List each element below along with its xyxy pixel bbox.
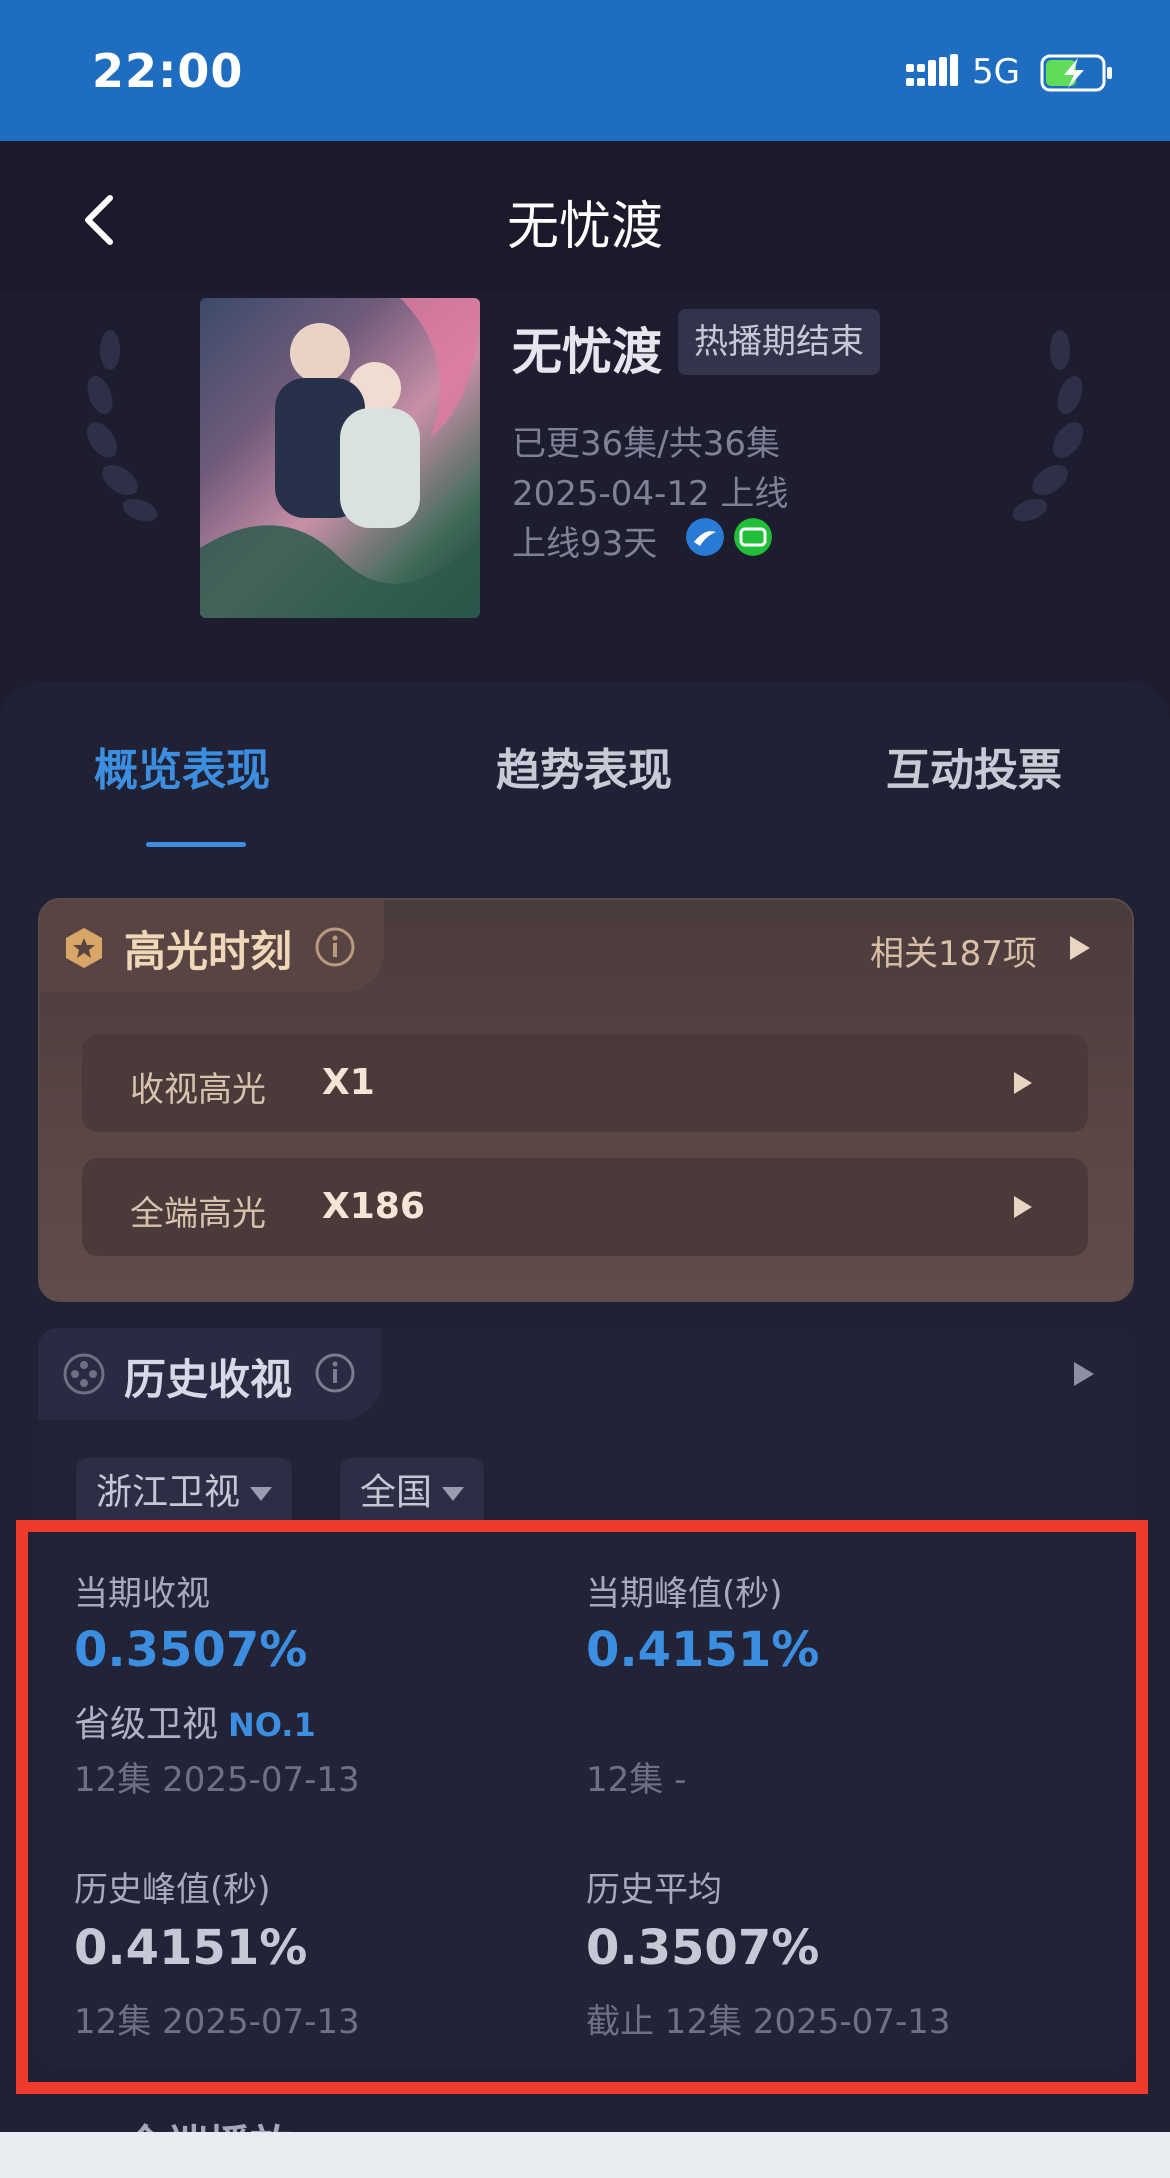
iqiyi-icon[interactable]: [734, 518, 772, 556]
status-badge: 热播期结束: [678, 309, 880, 375]
highlight-title: 高光时刻: [124, 927, 293, 976]
status-time: 22:00: [92, 44, 244, 98]
rank-badge: NO.1: [228, 1706, 316, 1744]
tab-indicator: [146, 842, 246, 847]
show-poster-image[interactable]: [200, 298, 480, 618]
play-arrow-icon[interactable]: [1010, 1192, 1036, 1222]
info-icon[interactable]: [314, 1352, 356, 1394]
tab-trend[interactable]: 趋势表现: [496, 734, 672, 798]
region-filter-label: 全国: [360, 1472, 433, 1513]
history-average-episode: 截止 12集 2025-07-13: [586, 2002, 951, 2042]
caret-down-icon: [250, 1487, 273, 1501]
show-name: 无忧渡: [512, 323, 662, 381]
film-reel-icon: [63, 1353, 105, 1395]
current-rating-label: 当期收视: [74, 1574, 210, 1614]
current-peak-value: 0.4151%: [586, 1622, 820, 1678]
release-date: 2025-04-12 上线: [512, 474, 789, 514]
highlight-row-label: 收视高光: [130, 1070, 266, 1110]
caret-down-icon: [442, 1487, 465, 1501]
page-title: 无忧渡: [506, 197, 663, 257]
play-arrow-icon[interactable]: [1070, 1358, 1098, 1390]
laurel-right-icon: [1012, 330, 1084, 522]
channel-filter-dropdown[interactable]: 浙江卫视: [76, 1458, 293, 1528]
history-peak-episode: 12集 2025-07-13: [74, 2002, 360, 2042]
highlight-count[interactable]: 相关187项: [870, 926, 1037, 975]
current-rating-episode: 12集 2025-07-13: [74, 1760, 360, 1800]
zhejiang-tv-icon[interactable]: [686, 518, 724, 556]
days-online: 上线93天: [512, 524, 658, 564]
history-peak-value: 0.4151%: [74, 1920, 308, 1976]
history-average-label: 历史平均: [586, 1870, 722, 1910]
battery-charging-icon: [1040, 54, 1112, 92]
network-type: 5G: [972, 52, 1020, 92]
current-peak-label: 当期峰值(秒): [586, 1574, 783, 1614]
play-arrow-icon[interactable]: [1066, 932, 1094, 964]
current-peak-episode: 12集 -: [586, 1760, 687, 1800]
play-arrow-icon[interactable]: [1010, 1068, 1036, 1098]
laurel-left-icon: [86, 330, 158, 522]
status-bar: 22:00 5G: [0, 0, 1170, 141]
bottom-bar: [0, 2132, 1170, 2178]
highlight-row-value: X186: [322, 1186, 425, 1227]
highlight-row-value: X1: [322, 1062, 375, 1103]
tab-vote[interactable]: 互动投票: [886, 734, 1062, 798]
highlight-row-label: 全端高光: [130, 1194, 266, 1234]
history-peak-label: 历史峰值(秒): [74, 1870, 271, 1910]
rank-label: 省级卫视: [74, 1704, 219, 1745]
signal-icon: [906, 54, 958, 86]
tab-overview[interactable]: 概览表现: [94, 734, 270, 798]
channel-filter-label: 浙江卫视: [96, 1472, 241, 1513]
hexagon-star-icon: [66, 928, 102, 968]
episode-count: 已更36集/共36集: [512, 424, 780, 464]
history-title: 历史收视: [124, 1355, 293, 1404]
info-icon[interactable]: [314, 926, 356, 968]
current-rating-value: 0.3507%: [74, 1622, 308, 1678]
rank-info: 省级卫视 NO.1: [74, 1695, 316, 1747]
history-average-value: 0.3507%: [586, 1920, 820, 1976]
region-filter-dropdown[interactable]: 全国: [340, 1458, 485, 1528]
